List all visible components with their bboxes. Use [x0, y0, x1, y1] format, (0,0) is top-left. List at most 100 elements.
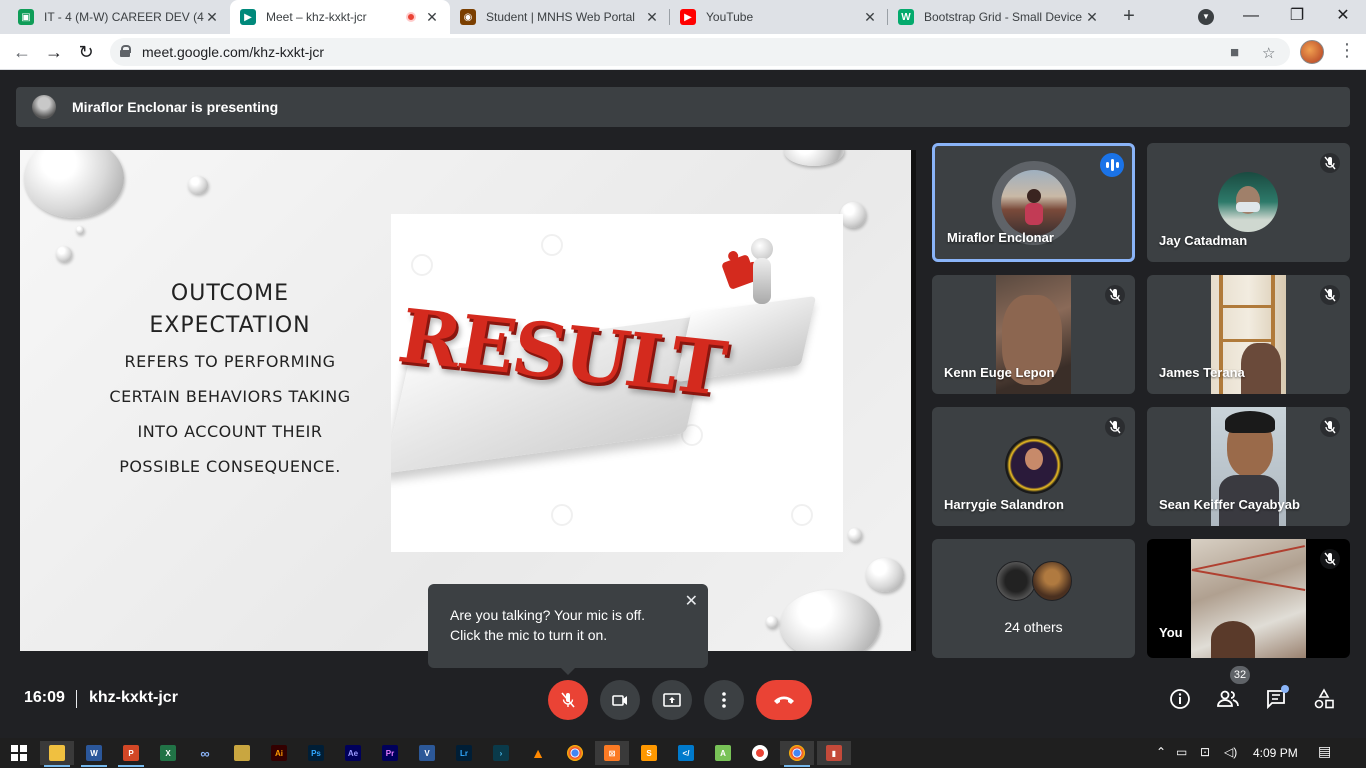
file-explorer-icon[interactable]: [40, 741, 74, 767]
infinity-app-icon[interactable]: ∞: [188, 741, 222, 765]
visio-icon[interactable]: V: [410, 741, 444, 765]
xampp-icon[interactable]: ⊠: [595, 741, 629, 765]
water-drop: [76, 226, 84, 234]
participant-tile[interactable]: Miraflor Enclonar: [932, 143, 1135, 262]
mic-toggle-button[interactable]: [548, 680, 588, 720]
more-options-button[interactable]: [704, 680, 744, 720]
meet-main: Miraflor Enclonar is presenting OUTCOME …: [0, 70, 1366, 738]
tab-w3schools[interactable]: W Bootstrap Grid - Small Device ✕: [888, 0, 1110, 34]
participant-name: James Terana: [1159, 365, 1245, 380]
close-icon[interactable]: ✕: [644, 9, 660, 26]
leave-call-button[interactable]: [756, 680, 812, 720]
close-icon[interactable]: ✕: [1084, 9, 1100, 26]
sublime-icon[interactable]: S: [632, 741, 666, 765]
figure-head: [751, 238, 773, 260]
taskbar-clock[interactable]: 4:09 PM: [1253, 746, 1298, 760]
url-text[interactable]: meet.google.com/khz-kxkt-jcr: [142, 44, 324, 60]
water-drop: [866, 558, 904, 592]
tab-youtube[interactable]: ▶ YouTube ✕: [670, 0, 888, 34]
browser-tab-strip: ▣ IT - 4 (M-W) CAREER DEV (4:0 ✕ ▶ Meet …: [0, 0, 1366, 34]
forward-button[interactable]: →: [42, 40, 66, 64]
meet-icon: ▶: [240, 9, 256, 25]
back-button[interactable]: ←: [10, 40, 34, 64]
terminal-icon[interactable]: ›: [484, 741, 518, 765]
water-drop: [784, 150, 844, 166]
recorder-icon[interactable]: [743, 741, 777, 765]
present-now-button[interactable]: [652, 680, 692, 720]
tab-classroom[interactable]: ▣ IT - 4 (M-W) CAREER DEV (4:0 ✕: [8, 0, 230, 34]
meeting-details-button[interactable]: [1166, 685, 1194, 713]
self-tile[interactable]: You: [1147, 539, 1350, 658]
hang-up-icon: [774, 696, 794, 704]
volume-icon[interactable]: ◁): [1224, 745, 1237, 759]
close-icon[interactable]: ✕: [685, 592, 698, 612]
self-video: [1191, 539, 1306, 658]
meet-controls-bar: 16:09 khz-kxkt-jcr 32: [0, 666, 1366, 738]
participant-tile[interactable]: Harrygie Salandron: [932, 407, 1135, 526]
vscode-icon[interactable]: </: [669, 741, 703, 765]
word-icon[interactable]: W: [77, 741, 111, 767]
mic-off-icon: [1105, 417, 1125, 437]
browser-menu-icon[interactable]: ⋮: [1338, 40, 1356, 61]
figure-body: [753, 258, 771, 304]
participant-tile[interactable]: Jay Catadman: [1147, 143, 1350, 262]
participant-name: Sean Keiffer Cayabyab: [1159, 497, 1300, 512]
participant-tile[interactable]: Kenn Euge Lepon: [932, 275, 1135, 394]
presenter-icon[interactable]: ▮: [817, 741, 851, 765]
omnibox[interactable]: meet.google.com/khz-kxkt-jcr ■ ☆: [110, 38, 1290, 66]
chrome-icon[interactable]: [558, 741, 592, 765]
mic-off-icon: [1320, 417, 1340, 437]
tab-meet[interactable]: ▶ Meet – khz-kxkt-jcr ✕: [230, 0, 450, 34]
participant-tile[interactable]: James Terana: [1147, 275, 1350, 394]
activities-button[interactable]: [1310, 685, 1338, 713]
vlc-icon[interactable]: ▲: [521, 741, 555, 765]
mic-off-icon: [1105, 285, 1125, 305]
slide-edge: [911, 150, 916, 651]
powerpoint-icon[interactable]: P: [114, 741, 148, 767]
close-icon[interactable]: ✕: [204, 9, 220, 26]
close-icon[interactable]: ✕: [862, 9, 878, 26]
chrome-active-icon[interactable]: [780, 741, 814, 767]
presenting-banner: Miraflor Enclonar is presenting: [16, 87, 1350, 127]
mic-off-tooltip: Are you talking? Your mic is off. Click …: [428, 584, 708, 668]
profile-avatar[interactable]: [1300, 40, 1324, 64]
slide-body-line: CERTAIN BEHAVIORS TAKING: [109, 387, 351, 406]
excel-icon[interactable]: X: [151, 741, 185, 765]
notifications-icon[interactable]: ▤: [1318, 743, 1331, 760]
android-icon[interactable]: A: [706, 741, 740, 765]
participant-tile[interactable]: Sean Keiffer Cayabyab: [1147, 407, 1350, 526]
illustrator-icon[interactable]: Ai: [262, 741, 296, 765]
lightroom-icon[interactable]: Lr: [447, 741, 481, 765]
lock-icon[interactable]: [120, 45, 131, 57]
participants-button[interactable]: [1214, 685, 1242, 713]
restore-button[interactable]: ❐: [1274, 4, 1320, 28]
battery-icon[interactable]: ▭: [1176, 745, 1187, 759]
tab-title: YouTube: [706, 10, 754, 24]
close-window-button[interactable]: ✕: [1320, 4, 1366, 28]
tab-search-icon[interactable]: ▼: [1198, 9, 1214, 25]
tray-overflow-icon[interactable]: ⌃: [1156, 745, 1166, 759]
classroom-icon: ▣: [18, 9, 34, 25]
close-icon[interactable]: ✕: [424, 9, 440, 26]
new-tab-button[interactable]: +: [1118, 6, 1140, 28]
network-icon[interactable]: ⊡: [1200, 745, 1210, 759]
participant-name: You: [1159, 625, 1183, 640]
presentation-slide: OUTCOME EXPECTATION REFERS TO PERFORMING…: [20, 150, 911, 651]
photoshop-icon[interactable]: Ps: [299, 741, 333, 765]
windows-taskbar: W P X ∞ Ai Ps Ae Pr V Lr › ▲ ⊠ S </ A ▮ …: [0, 738, 1366, 768]
camera-in-use-icon[interactable]: ■: [1230, 44, 1239, 61]
bookmark-star-icon[interactable]: ☆: [1262, 44, 1275, 62]
tab-mnhs-portal[interactable]: ◉ Student | MNHS Web Portal ✕: [450, 0, 670, 34]
others-tile[interactable]: 24 others: [932, 539, 1135, 658]
after-effects-icon[interactable]: Ae: [336, 741, 370, 765]
paint-icon[interactable]: [225, 741, 259, 765]
more-vert-icon: [722, 692, 726, 708]
avatar: [1032, 561, 1072, 601]
minimize-button[interactable]: —: [1228, 4, 1274, 28]
premiere-icon[interactable]: Pr: [373, 741, 407, 765]
start-button[interactable]: [2, 741, 36, 765]
slide-body-line: POSSIBLE CONSEQUENCE.: [119, 457, 341, 476]
camera-toggle-button[interactable]: [600, 680, 640, 720]
windows-icon: [11, 745, 27, 761]
reload-button[interactable]: ↻: [74, 40, 98, 64]
